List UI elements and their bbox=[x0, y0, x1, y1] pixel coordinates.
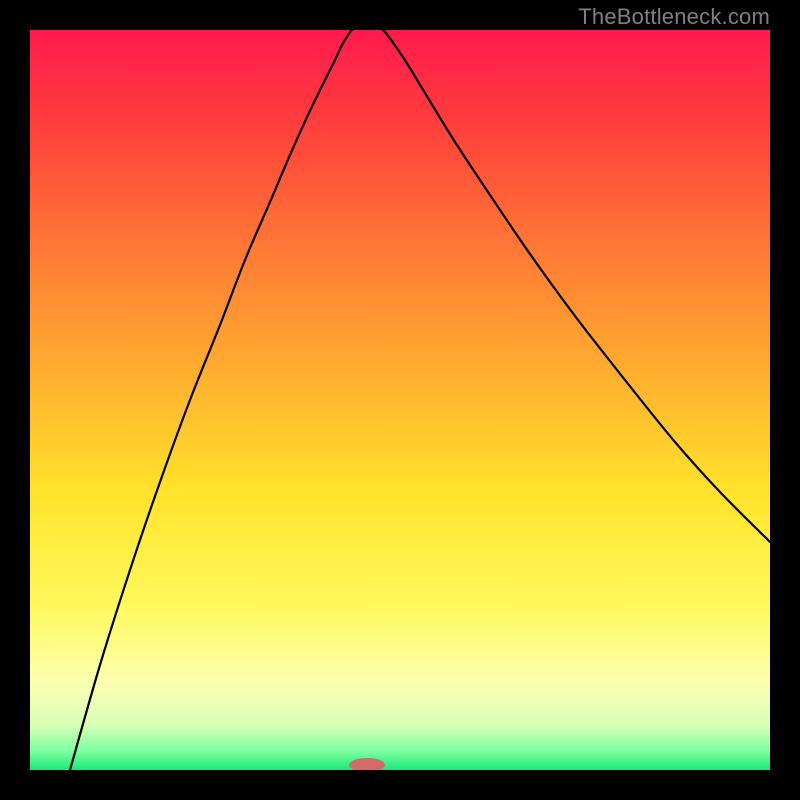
bottleneck-chart bbox=[30, 30, 770, 770]
chart-background bbox=[30, 30, 770, 770]
chart-frame bbox=[30, 30, 770, 770]
attribution-text: TheBottleneck.com bbox=[578, 4, 770, 30]
